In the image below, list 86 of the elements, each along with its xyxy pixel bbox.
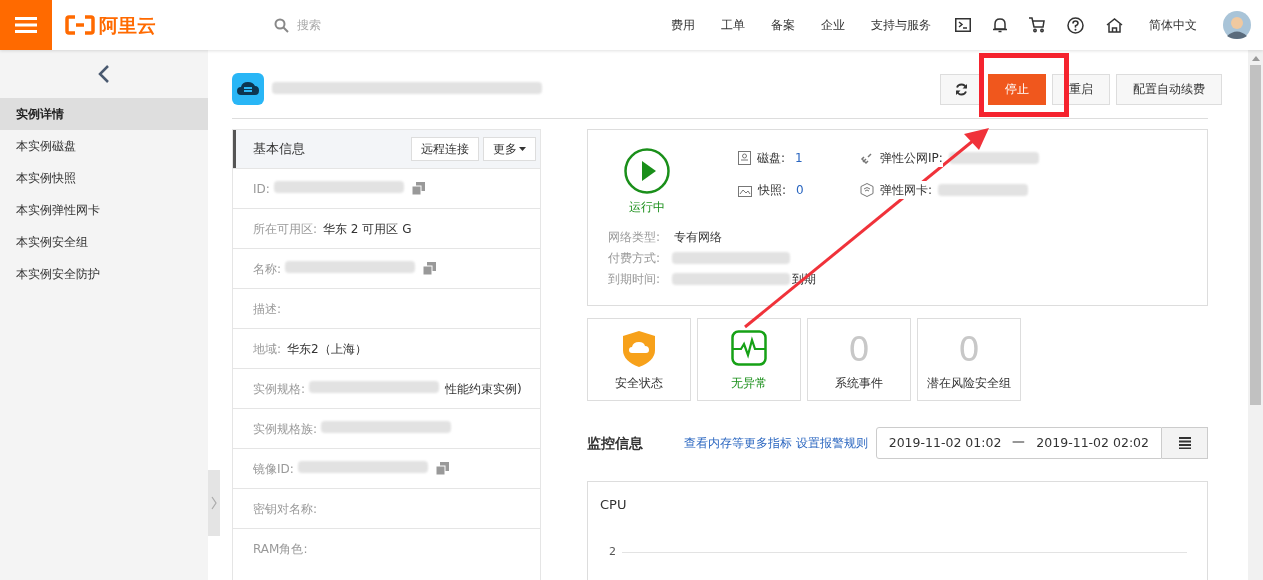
refresh-button[interactable] <box>940 73 982 105</box>
end-time: 2019-11-02 02:02 <box>1036 433 1149 452</box>
axis-tick-label: 2 <box>608 544 616 560</box>
nav-link[interactable]: 费用 <box>671 16 695 34</box>
copy-icon[interactable] <box>435 462 449 475</box>
field-label: 实例规格族: <box>253 420 318 438</box>
photo-icon <box>738 183 752 197</box>
range-separator: 一 <box>1012 433 1026 452</box>
run-status: 运行中 <box>629 199 665 216</box>
terminal-icon[interactable] <box>955 18 971 32</box>
home-icon[interactable] <box>1106 17 1123 33</box>
monitor-link[interactable]: 设置报警规则 <box>795 434 868 452</box>
field-label: 密钥对名称: <box>253 500 318 518</box>
panel-action-button[interactable]: 远程连接 <box>411 137 479 161</box>
play-icon <box>624 148 670 194</box>
nav-link[interactable]: 工单 <box>721 16 745 34</box>
detail-value: 专有网络 <box>674 228 722 246</box>
field-label: 描述: <box>253 300 282 318</box>
start-time: 2019-11-02 01:02 <box>888 433 1002 452</box>
logo-text: 阿里云 <box>99 12 156 38</box>
status-tile[interactable]: 无异常 <box>697 318 801 401</box>
resource-label: 磁盘: <box>757 149 786 167</box>
status-tile[interactable]: 安全状态 <box>587 318 691 401</box>
chevron-right-icon <box>211 496 217 510</box>
monitor-link[interactable]: 查看内存等更多指标 <box>683 434 792 452</box>
link-icon <box>860 151 874 165</box>
chart-title: CPU <box>600 497 627 512</box>
resource-label: 弹性公网IP: <box>880 149 943 167</box>
nav-link[interactable]: 备案 <box>771 16 795 34</box>
tile-label: 系统事件 <box>835 375 883 392</box>
field-label: ID: <box>253 180 270 198</box>
tile-label: 无异常 <box>731 375 767 392</box>
sidebar-item[interactable]: 本实例磁盘 <box>0 130 208 162</box>
field-label: 地域: <box>253 340 282 358</box>
nav-link[interactable]: 支持与服务 <box>871 16 931 34</box>
panel-title: 基本信息 <box>253 140 305 159</box>
field-value: 性能约束实例) <box>445 380 522 398</box>
cart-icon[interactable] <box>1029 17 1045 33</box>
scrollbar[interactable] <box>1248 50 1263 580</box>
detail-label: 网络类型: <box>608 228 662 246</box>
sidebar-item[interactable]: 本实例弹性网卡 <box>0 194 208 226</box>
toolbar-button[interactable]: 配置自动续费 <box>1116 73 1222 105</box>
search-icon <box>274 17 289 33</box>
refresh-icon <box>954 82 968 96</box>
sidebar-item[interactable]: 本实例安全防护 <box>0 258 208 290</box>
help-icon[interactable] <box>1067 16 1084 34</box>
panel-action-button[interactable]: 更多 <box>483 137 536 161</box>
cloud-server-icon <box>232 73 264 105</box>
scroll-up-icon <box>1251 56 1260 61</box>
chevron-left-icon <box>98 64 110 84</box>
field-label: RAM角色: <box>253 540 308 558</box>
calendar-icon <box>1178 437 1191 449</box>
resource-label: 弹性网卡: <box>880 181 933 199</box>
field-label: 所在可用区: <box>253 220 318 238</box>
tile-label: 潜在风险安全组 <box>927 375 1011 392</box>
menu-button[interactable] <box>0 0 52 50</box>
field-value: 华东2（上海） <box>287 340 367 358</box>
sidebar-item[interactable]: 本实例安全组 <box>0 226 208 258</box>
sidebar-item[interactable]: 实例详情 <box>0 98 208 130</box>
language-link[interactable]: 简体中文 <box>1149 16 1197 34</box>
date-range-field[interactable]: 2019-11-02 01:02 一 2019-11-02 02:02 <box>875 427 1162 459</box>
search-field[interactable]: 搜索 <box>297 16 577 34</box>
shield-cloud-icon <box>622 330 656 368</box>
caret-down-icon <box>519 147 526 151</box>
sidebar-item[interactable]: 本实例快照 <box>0 162 208 194</box>
nav-link[interactable]: 企业 <box>821 16 845 34</box>
field-label: 镜像ID: <box>253 460 294 478</box>
detail-label: 到期时间: <box>608 270 662 288</box>
heartbeat-icon <box>731 330 767 366</box>
avatar[interactable] <box>1223 11 1251 39</box>
section-title: 监控信息 <box>587 433 643 453</box>
resource-count[interactable]: 1 <box>795 149 803 167</box>
network-card-icon <box>860 183 874 197</box>
field-value: 华东 2 可用区 G <box>323 220 412 238</box>
menu-icon <box>15 17 37 33</box>
tile-label: 安全状态 <box>615 375 663 392</box>
resource-count[interactable]: 0 <box>796 181 804 199</box>
field-label: 名称: <box>253 260 282 278</box>
copy-icon[interactable] <box>411 182 425 195</box>
field-label: 实例规格: <box>253 380 306 398</box>
detail-label: 付费方式: <box>608 249 662 267</box>
logo-icon <box>65 15 95 35</box>
calendar-button[interactable] <box>1162 427 1208 459</box>
copy-icon[interactable] <box>423 262 437 275</box>
resource-label: 快照: <box>758 181 787 199</box>
bell-icon[interactable] <box>993 17 1007 33</box>
